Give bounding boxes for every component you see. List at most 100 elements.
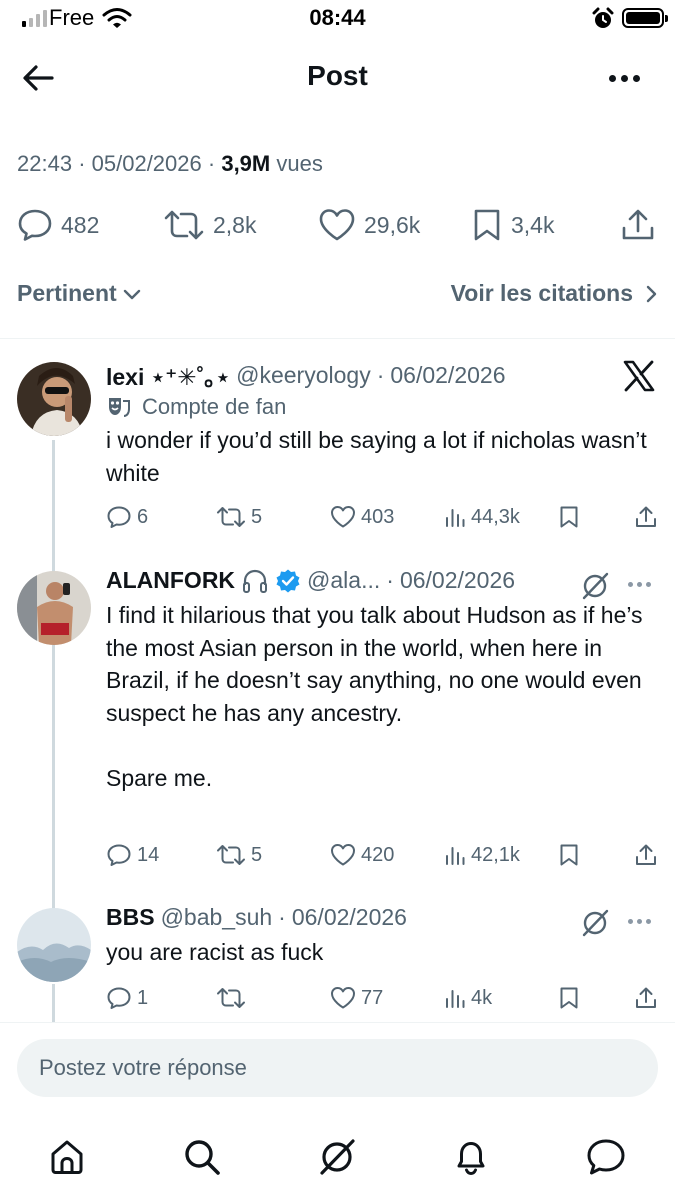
x-logo-icon — [623, 360, 655, 392]
chevron-down-icon — [123, 289, 140, 299]
bookmark-icon — [560, 987, 578, 1009]
avatar[interactable] — [17, 571, 91, 645]
reply-button[interactable]: 6 — [106, 502, 148, 532]
meta-separator: · — [78, 151, 86, 176]
reply-compose-box[interactable] — [17, 1039, 658, 1097]
views-label: vues — [276, 151, 323, 176]
reply-actions: 6 5 403 44,3k — [106, 502, 661, 532]
reply-text: i wonder if you’d still be saying a lot … — [106, 427, 647, 486]
reply-item[interactable]: lexi ⋆⁺✳˚｡⋆ @keeryology · 06/02/2026 Com… — [0, 356, 675, 912]
tab-notifications[interactable] — [447, 1133, 495, 1181]
home-icon — [51, 1140, 83, 1174]
bar-chart-icon — [446, 990, 465, 1008]
display-name[interactable]: BBS — [106, 904, 155, 931]
reply-button[interactable]: 1 — [106, 983, 148, 1013]
repost-count: 5 — [251, 505, 263, 528]
grok-icon[interactable] — [580, 908, 610, 938]
reply-text: I find it hilarious that you talk about … — [106, 602, 643, 791]
avatar-photo — [17, 571, 91, 645]
bookmark-button[interactable] — [558, 983, 580, 1013]
views-button[interactable]: 42,1k — [444, 840, 520, 870]
repost-button[interactable] — [216, 983, 251, 1013]
divider — [0, 1022, 675, 1023]
avatar[interactable] — [17, 908, 91, 982]
views-button[interactable]: 44,3k — [444, 502, 520, 532]
share-upload-icon — [622, 209, 654, 240]
reply-item[interactable]: BBS @bab_suh · 06/02/2026 you are racist… — [0, 902, 675, 1022]
verified-badge-icon — [276, 569, 300, 592]
bookmark-icon — [560, 844, 578, 866]
views-count: 4k — [471, 986, 493, 1009]
tab-search[interactable] — [178, 1133, 226, 1181]
views-count: 42,1k — [471, 843, 520, 866]
reply-button[interactable]: 482 — [17, 200, 99, 250]
views-count: 3,9M — [221, 151, 271, 176]
like-button[interactable]: 29,6k — [318, 200, 420, 250]
display-name[interactable]: lexi ⋆⁺✳˚｡⋆ — [106, 358, 230, 392]
username[interactable]: @ala... — [307, 567, 380, 594]
repost-count: 2,8k — [213, 211, 257, 238]
bookmark-button[interactable] — [558, 502, 580, 532]
repost-button[interactable]: 2,8k — [163, 200, 256, 250]
top-bar: Post — [0, 50, 675, 104]
speech-bubble-icon — [18, 209, 52, 241]
reply-header: BBS @bab_suh · 06/02/2026 — [106, 904, 407, 931]
more-options-button[interactable] — [628, 582, 651, 587]
like-count: 29,6k — [364, 211, 421, 238]
username[interactable]: @bab_suh — [161, 904, 273, 931]
view-quotes-link[interactable]: Voir les citations — [451, 280, 657, 307]
reply-count: 6 — [137, 505, 149, 528]
display-name[interactable]: ALANFORK — [106, 567, 235, 594]
bookmark-icon — [560, 506, 578, 528]
repost-arrows-icon — [217, 988, 245, 1008]
page-title: Post — [307, 60, 368, 91]
reply-count: 482 — [61, 211, 100, 238]
share-button[interactable] — [634, 502, 658, 532]
bar-chart-icon — [446, 847, 465, 865]
heart-icon — [331, 987, 355, 1009]
more-horizontal-icon — [628, 919, 633, 924]
view-quotes-label: Voir les citations — [450, 280, 633, 306]
like-button[interactable]: 77 — [330, 983, 383, 1013]
bookmark-button[interactable] — [558, 840, 580, 870]
grok-icon — [320, 1139, 355, 1175]
speech-bubble-icon — [107, 506, 131, 528]
more-options-button[interactable] — [628, 919, 651, 924]
share-button[interactable] — [634, 983, 658, 1013]
sort-dropdown[interactable]: Pertinent — [17, 280, 141, 307]
fan-account-text: Compte de fan — [142, 394, 287, 419]
repost-arrows-icon — [217, 507, 245, 527]
more-options-button[interactable] — [598, 58, 650, 98]
reply-input[interactable] — [17, 1039, 658, 1097]
share-button[interactable] — [620, 200, 656, 250]
speech-bubble-icon — [107, 987, 131, 1009]
tab-home[interactable] — [43, 1133, 91, 1181]
views-button[interactable]: 4k — [444, 983, 492, 1013]
theater-masks-icon — [109, 398, 130, 417]
post-meta: 22:43 · 05/02/2026 · 3,9M vues — [17, 151, 323, 177]
reply-item[interactable]: ALANFORK @ala... · 06/02/2026 I find it … — [0, 565, 675, 885]
share-button[interactable] — [634, 840, 658, 870]
bookmark-button[interactable]: 3,4k — [471, 200, 554, 250]
grok-icon[interactable] — [580, 571, 610, 601]
reply-sort-bar: Pertinent Voir les citations — [17, 280, 657, 314]
repost-button[interactable]: 5 — [216, 502, 262, 532]
repost-button[interactable]: 5 — [216, 840, 262, 870]
like-button[interactable]: 403 — [330, 502, 394, 532]
reply-actions: 14 5 420 42,1k — [106, 840, 661, 870]
like-button[interactable]: 420 — [330, 840, 394, 870]
bell-icon — [457, 1142, 485, 1176]
username[interactable]: @keeryology — [236, 362, 371, 389]
reply-date: 06/02/2026 — [291, 904, 407, 930]
meta-separator-2: · — [207, 151, 216, 176]
reply-button[interactable]: 14 — [106, 840, 159, 870]
heart-icon — [331, 506, 355, 528]
tab-messages[interactable] — [582, 1133, 630, 1181]
bookmark-count: 3,4k — [511, 211, 555, 238]
tab-grok[interactable] — [313, 1133, 361, 1181]
views-count: 44,3k — [471, 505, 520, 528]
reply-header: ALANFORK @ala... · 06/02/2026 — [106, 567, 515, 594]
avatar[interactable] — [17, 362, 91, 436]
like-count: 420 — [361, 843, 395, 866]
battery-icon — [622, 8, 668, 28]
